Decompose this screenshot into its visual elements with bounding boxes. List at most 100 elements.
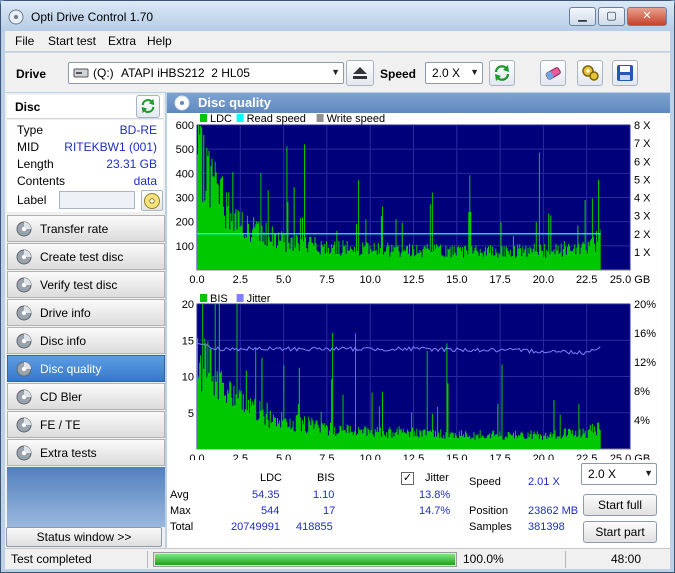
max-ldc: 544 [261,505,280,517]
menu-help[interactable]: Help [147,34,172,48]
x-tick-label: 10.0 [359,453,380,460]
close-button[interactable]: ✕ [627,7,667,26]
legend-swatch [316,114,324,122]
disc-label-field[interactable] [59,191,135,209]
status-window-button[interactable]: Status window >> [6,527,162,547]
start-part-button[interactable]: Start part [583,521,657,543]
x-tick-label: 5.0 [276,453,291,460]
x-tick-label: 20.0 [533,274,554,286]
stats-col-bis: BIS [317,472,335,484]
y2-tick-label: 12% [634,357,656,369]
x-tick-label: 17.5 [489,274,510,286]
menu-file[interactable]: File [15,34,34,48]
y-tick-label: 500 [176,144,194,156]
y2-tick-label: 4% [634,415,650,427]
panel-header: Disc quality [167,93,670,113]
status-separator [147,551,148,568]
disc-icon [16,305,32,321]
menu-start-test[interactable]: Start test [48,34,96,48]
x-tick-label: 0.0 [189,274,204,286]
maximize-button[interactable]: ▢ [598,7,625,26]
disc-icon [16,277,32,293]
jitter-checkbox[interactable]: ✓ [401,472,414,485]
status-text: Test completed [11,552,92,566]
x-tick-label: 7.5 [319,453,334,460]
drive-name: ATAPI iHBS212 2 HL05 [121,66,250,80]
nav-disc-info[interactable]: Disc info [7,327,165,354]
disc-row-label: Label [17,190,163,211]
x-tick-label: 12.5 [403,274,424,286]
y-tick-label: 10 [182,372,194,384]
start-full-button[interactable]: Start full [583,494,657,516]
speed-stat-label: Speed [469,476,501,488]
nav-label: Disc quality [40,362,102,376]
y-tick-label: 20 [182,299,194,311]
status-bar: Test completed 100.0% 48:00 [5,548,670,569]
nav-disc-quality[interactable]: Disc quality [7,355,165,382]
toolbar: Drive (Q:) ATAPI iHBS212 2 HL05 ▼ Speed … [5,52,670,92]
disc-icon [16,249,32,265]
drive-select[interactable]: (Q:) ATAPI iHBS212 2 HL05 ▼ [68,62,344,84]
chart-area: 0.0 2.5 5.0 7.5 10.0 12.5 15.0 17.5 20.0 22.5 25.0… [167,113,670,465]
window-title: Opti Drive Control 1.70 [31,10,154,24]
erase-button[interactable] [540,60,566,86]
nav-drive-info[interactable]: Drive info [7,299,165,326]
x-tick-label: 2.5 [233,274,248,286]
legend-label: Read speed [247,113,306,125]
max-jitter: 14.7% [419,505,451,517]
y2-tick-label: 6 X [634,156,651,168]
refresh-icon [494,65,510,81]
chevron-down-icon: ▼ [644,468,653,478]
test-speed-select[interactable]: 2.0 X ▼ [581,463,657,485]
nav-label: Create test disc [40,250,124,264]
settings-button[interactable] [577,60,603,86]
disc-label-button[interactable] [141,190,163,211]
charts-svg: 0.0 2.5 5.0 7.5 10.0 12.5 15.0 17.5 20.0 22.5 25.0… [176,113,657,465]
disc-row-type: Type BD-RE [17,123,163,139]
nav-label: Disc info [40,334,87,348]
disc-icon [16,417,32,433]
x-tick-label: 0.0 [189,453,204,460]
y-tick-label: 600 [176,120,194,132]
y-tick-label: 100 [176,241,194,253]
progress-percent: 100.0% [463,552,504,566]
disc-header-label: Disc [15,100,41,114]
cd-icon [144,193,160,209]
floppy-icon [617,65,633,81]
speed-select[interactable]: 2.0 X ▼ [425,62,483,84]
y2-tick-label: 2 X [634,229,651,241]
chevron-down-icon: ▼ [331,67,340,77]
stats-panel: LDC BIS ✓ Jitter Avg 54.35 1.10 13.8% Ma… [167,460,670,548]
refresh-speed-button[interactable] [489,60,515,86]
menu-extra[interactable]: Extra [108,34,136,48]
legend-swatch [200,114,207,122]
save-button[interactable] [612,60,638,86]
speed-label: Speed [380,67,417,81]
chevron-down-icon: ▼ [470,67,479,77]
nav-transfer-rate[interactable]: Transfer rate [7,215,165,242]
disc-row-length: Length 23.31 GB [17,157,163,173]
legend-swatch [200,294,207,302]
minimize-button[interactable]: ▁ [569,7,596,26]
eject-button[interactable] [346,60,374,86]
x-tick-label: 5.0 [276,274,291,286]
nav-cd-bler[interactable]: CD Bler [7,383,165,410]
nav-extra-tests[interactable]: Extra tests [7,439,165,466]
nav-verify-test-disc[interactable]: Verify test disc [7,271,165,298]
x-tick-label: 25.0 GB [610,274,650,286]
total-bis: 418855 [296,521,333,533]
refresh-disc-button[interactable] [136,95,160,118]
x-tick-label: 17.5 [489,453,510,460]
app-icon [8,9,24,25]
nav-create-test-disc[interactable]: Create test disc [7,243,165,270]
nav-background [7,467,165,527]
stats-col-ldc: LDC [260,472,283,484]
disc-key: Type [17,123,44,137]
y2-tick-label: 16% [634,328,656,340]
y-tick-label: 5 [188,408,194,420]
y2-tick-label: 8% [634,386,650,398]
disc-panel-header: Disc [7,95,163,119]
disc-key: Contents [17,174,66,188]
nav-fe-te[interactable]: FE / TE [7,411,165,438]
y2-tick-label: 8 X [634,120,651,132]
